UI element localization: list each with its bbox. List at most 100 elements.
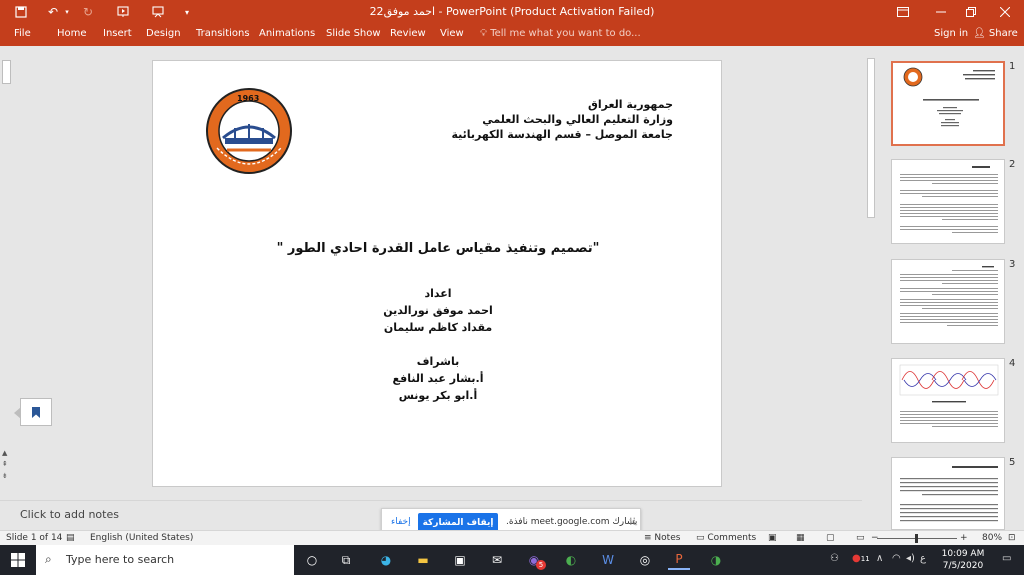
people-icon[interactable]: ⚇: [830, 553, 839, 564]
zoom-in-icon[interactable]: +: [960, 533, 968, 543]
slide-number: 4: [1009, 358, 1016, 369]
share-label: Share: [988, 28, 1018, 39]
wifi-icon[interactable]: ◠: [892, 553, 901, 564]
sign-in-link[interactable]: Sign in: [934, 28, 968, 39]
action-center-icon[interactable]: ▭: [1002, 553, 1011, 564]
windows-taskbar: ⌕ Type here to search ○ ⧉ ◕ ▬ ▣ ✉ ◉ 5 ◐ W…: [0, 545, 1024, 575]
status-bar: Slide 1 of 14 ▤ English (United States) …: [0, 530, 1024, 545]
tell-me-box[interactable]: 💡︎ Tell me what you want to do...: [480, 28, 641, 39]
next-slide-icon[interactable]: ⇟: [2, 472, 8, 480]
window-title: احمد موفق22 - PowerPoint (Product Activa…: [369, 5, 655, 18]
restore-icon[interactable]: [952, 0, 990, 24]
tab-slide-show[interactable]: Slide Show: [326, 28, 381, 39]
bookmark-button[interactable]: [14, 398, 52, 426]
slide-number: 2: [1009, 159, 1016, 170]
reading-view-icon[interactable]: ▢: [826, 533, 835, 543]
chrome-icon[interactable]: ◐: [560, 550, 582, 570]
bookmark-icon: [32, 406, 40, 418]
header-republic: جمهورية العراق: [588, 98, 673, 111]
powerpoint-icon[interactable]: P: [668, 550, 690, 570]
tell-me-text: Tell me what you want to do...: [490, 28, 641, 39]
slide-number: 3: [1009, 259, 1016, 270]
tab-review[interactable]: Review: [390, 28, 426, 39]
task-view-icon[interactable]: ⧉: [335, 550, 357, 570]
left-scroll-gutter: ▲ ⇞ ⇟: [0, 46, 13, 486]
mail-icon[interactable]: ✉: [486, 550, 508, 570]
header-ministry: وزارة التعليم العالي والبحث العلمي: [482, 113, 673, 126]
clock-date: 7/5/2020: [942, 561, 984, 571]
tab-view[interactable]: View: [440, 28, 464, 39]
left-scroll-thumb[interactable]: [2, 60, 11, 84]
comment-icon: ▭: [696, 533, 705, 543]
slide-scroll-thumb[interactable]: [867, 58, 875, 218]
zoom-level[interactable]: 80%: [982, 533, 1002, 543]
previous-slide-icon[interactable]: ⇞: [2, 460, 8, 468]
tab-animations[interactable]: Animations: [259, 28, 315, 39]
header-university: جامعة الموصل – قسم الهندسة الكهربائية: [451, 128, 674, 141]
photos-icon[interactable]: ◎: [634, 550, 656, 570]
supervisor-name: أ.ابو بكر يونس: [398, 389, 478, 402]
tab-file[interactable]: File: [14, 28, 31, 39]
slide-show-icon[interactable]: ▭: [856, 533, 865, 543]
fit-to-window-icon[interactable]: ⊡: [1008, 533, 1016, 543]
slide-number: 1: [1009, 61, 1016, 72]
spell-check-icon[interactable]: ▤: [66, 533, 75, 543]
share-button[interactable]: 👤︎ Share: [973, 28, 1018, 39]
comments-toggle-label: Comments: [707, 533, 757, 543]
supervisor-name: أ.بشار عبد النافع: [392, 372, 484, 385]
author-name: احمد موفق نورالدين: [383, 304, 493, 317]
title-bar: ↶ ▾ ↻ ▾ احمد موفق22 - PowerPoint (Produc…: [0, 0, 1024, 24]
university-logo: 1963: [205, 88, 293, 174]
slide-scrollbar[interactable]: [865, 46, 877, 530]
edge-icon[interactable]: ◕: [375, 550, 397, 570]
system-clock[interactable]: 10:09 AM 7/5/2020: [932, 548, 994, 572]
slide-thumbnail-2[interactable]: [891, 159, 1005, 244]
slide-thumbnail-1[interactable]: [891, 61, 1005, 146]
cortana-icon[interactable]: ○: [301, 550, 323, 570]
ribbon-display-icon[interactable]: [884, 0, 922, 24]
viber-icon[interactable]: ◉ 5: [523, 550, 546, 570]
drag-handle-icon[interactable]: ⁞⁞: [629, 515, 636, 528]
tab-design[interactable]: Design: [146, 28, 181, 39]
sharing-message: يشارك meet.google.com نافذة.: [506, 517, 638, 527]
slide-canvas[interactable]: 1963 جمهورية العراق وزارة التعليم العالي…: [152, 60, 722, 487]
slide-indicator: Slide 1 of 14: [6, 533, 63, 543]
comments-toggle[interactable]: ▭ Comments: [696, 533, 756, 543]
scroll-up-icon[interactable]: ▲: [2, 449, 7, 457]
person-icon: 👤︎: [973, 28, 986, 39]
clock-time: 10:09 AM: [941, 549, 985, 559]
lightbulb-icon: 💡︎: [480, 28, 487, 39]
chrome-icon[interactable]: ◑: [705, 550, 727, 570]
author-name: مقداد كاظم سليمان: [383, 321, 493, 334]
store-icon[interactable]: ▣: [449, 550, 471, 570]
slide-thumbnail-5[interactable]: [891, 457, 1005, 530]
input-language[interactable]: ع: [920, 553, 926, 564]
tab-insert[interactable]: Insert: [103, 28, 132, 39]
logo-year: 1963: [237, 94, 260, 103]
search-icon: ⌕: [45, 552, 52, 566]
volume-icon[interactable]: ◂): [906, 553, 915, 564]
taskbar-search[interactable]: ⌕ Type here to search: [36, 545, 294, 575]
normal-view-icon[interactable]: ▣: [768, 533, 777, 543]
notes-icon: ≡: [644, 533, 652, 543]
prepared-by-label: اعداد: [424, 287, 452, 300]
slide-sorter-icon[interactable]: ▦: [796, 533, 805, 543]
windows-start-icon[interactable]: [7, 550, 29, 570]
word-icon[interactable]: W: [597, 550, 619, 570]
tab-transitions[interactable]: Transitions: [196, 28, 250, 39]
supervision-label: باشراف: [416, 355, 460, 368]
ribbon-tabs: File Home Insert Design Transitions Anim…: [0, 24, 1024, 46]
notes-toggle[interactable]: ≡ Notes: [644, 533, 680, 543]
viber-badge: 5: [536, 560, 546, 570]
notification-icon[interactable]: ●11: [852, 553, 870, 564]
language-indicator[interactable]: English (United States): [90, 533, 193, 543]
slide-number: 5: [1009, 457, 1016, 468]
hide-banner-link[interactable]: إخفاء: [391, 517, 411, 527]
close-icon[interactable]: [986, 0, 1024, 24]
tab-home[interactable]: Home: [57, 28, 87, 39]
slide-thumbnail-3[interactable]: [891, 259, 1005, 344]
file-explorer-icon[interactable]: ▬: [412, 550, 434, 570]
zoom-slider-knob[interactable]: [915, 534, 918, 543]
slide-thumbnail-4[interactable]: [891, 358, 1005, 443]
show-hidden-icons[interactable]: ∧: [876, 553, 883, 564]
